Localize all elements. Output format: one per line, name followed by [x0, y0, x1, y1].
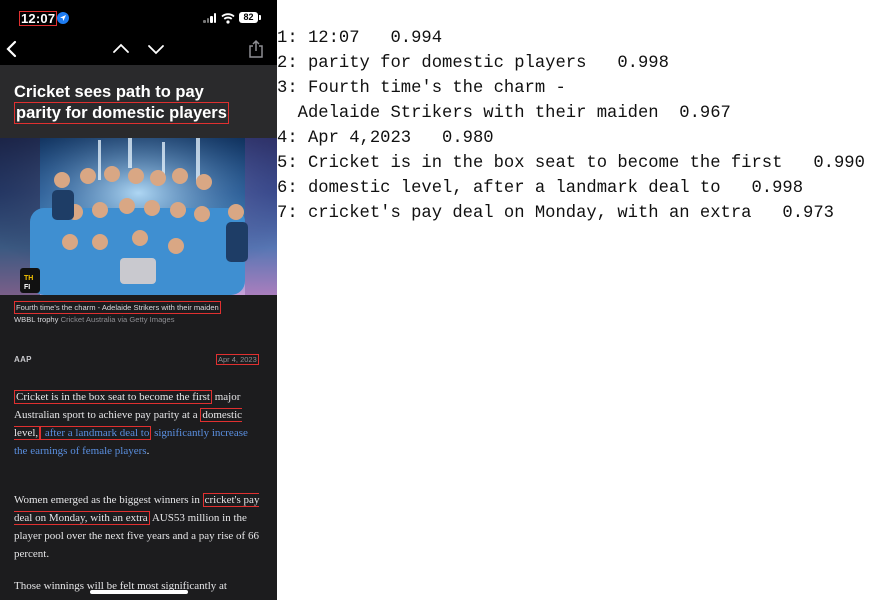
paragraph-1-end: . — [146, 445, 150, 457]
headline-line-1: Cricket sees path to pay — [14, 83, 204, 101]
caption-text: Fourth time's the charm - Adelaide Strik… — [14, 301, 221, 314]
ocr-result-line: 7: cricket's pay deal on Monday, with an… — [277, 204, 834, 223]
ocr-result-line: 5: Cricket is in the box seat to become … — [277, 154, 865, 173]
ocr-results-list: 1: 12:07 0.994 2: parity for domestic pl… — [277, 26, 877, 226]
svg-text:FI: FI — [24, 284, 30, 291]
article-date: Apr 4, 2023 — [216, 354, 259, 365]
ocr-result-line: 6: domestic level, after a landmark deal… — [277, 179, 804, 198]
link-boxed-text: after a landmark deal to — [40, 426, 152, 440]
location-arrow-icon — [57, 12, 69, 24]
inline-article-link[interactable]: after a landmark deal to significantly i… — [14, 426, 248, 457]
article-nav-bar — [0, 34, 277, 65]
svg-text:TH: TH — [24, 275, 33, 282]
hero-photo[interactable]: TH FI — [0, 138, 277, 295]
article-paragraph-2: Women emerged as the biggest winners in … — [14, 491, 264, 563]
chevron-up-icon[interactable] — [112, 42, 130, 60]
ocr-results-panel: 1: 12:07 0.994 2: parity for domestic pl… — [277, 0, 877, 600]
battery-icon: 82 — [239, 12, 261, 23]
paragraph-1-line-1: Cricket is in the box seat to become the… — [14, 390, 212, 404]
ocr-result-line: 2: parity for domestic players 0.998 — [277, 54, 669, 73]
ocr-result-line: Adelaide Strikers with their maiden 0.96… — [277, 104, 731, 123]
home-indicator[interactable] — [90, 590, 188, 594]
photo-caption: Fourth time's the charm - Adelaide Strik… — [14, 301, 269, 325]
phone-screenshot: 12:07 82 Cricket sees path to pay parity… — [0, 0, 277, 600]
article-paragraph-1: Cricket is in the box seat to become the… — [14, 388, 264, 460]
chevron-down-icon[interactable] — [147, 42, 165, 60]
signal-icon — [203, 13, 217, 23]
wifi-icon — [221, 11, 235, 29]
status-time: 12:07 — [19, 11, 58, 26]
caption-credit: Cricket Australia via Getty Images — [60, 315, 175, 324]
status-bar: 12:07 82 — [0, 0, 277, 34]
ocr-result-line: 3: Fourth time's the charm - — [277, 79, 566, 98]
headline-line-2: parity for domestic players — [14, 102, 229, 124]
ocr-result-line: 1: 12:07 0.994 — [277, 29, 443, 48]
article-source: AAP — [14, 355, 32, 364]
caption-trophy: WBBL trophy — [14, 315, 59, 324]
paragraph-2-start: Women emerged as the biggest winners in — [14, 494, 200, 506]
headline-area: Cricket sees path to pay parity for dome… — [0, 65, 277, 138]
share-icon[interactable] — [248, 39, 264, 64]
article-headline: Cricket sees path to pay parity for dome… — [14, 82, 264, 124]
back-chevron-icon[interactable] — [6, 40, 18, 63]
ocr-result-line: 4: Apr 4,2023 0.980 — [277, 129, 494, 148]
